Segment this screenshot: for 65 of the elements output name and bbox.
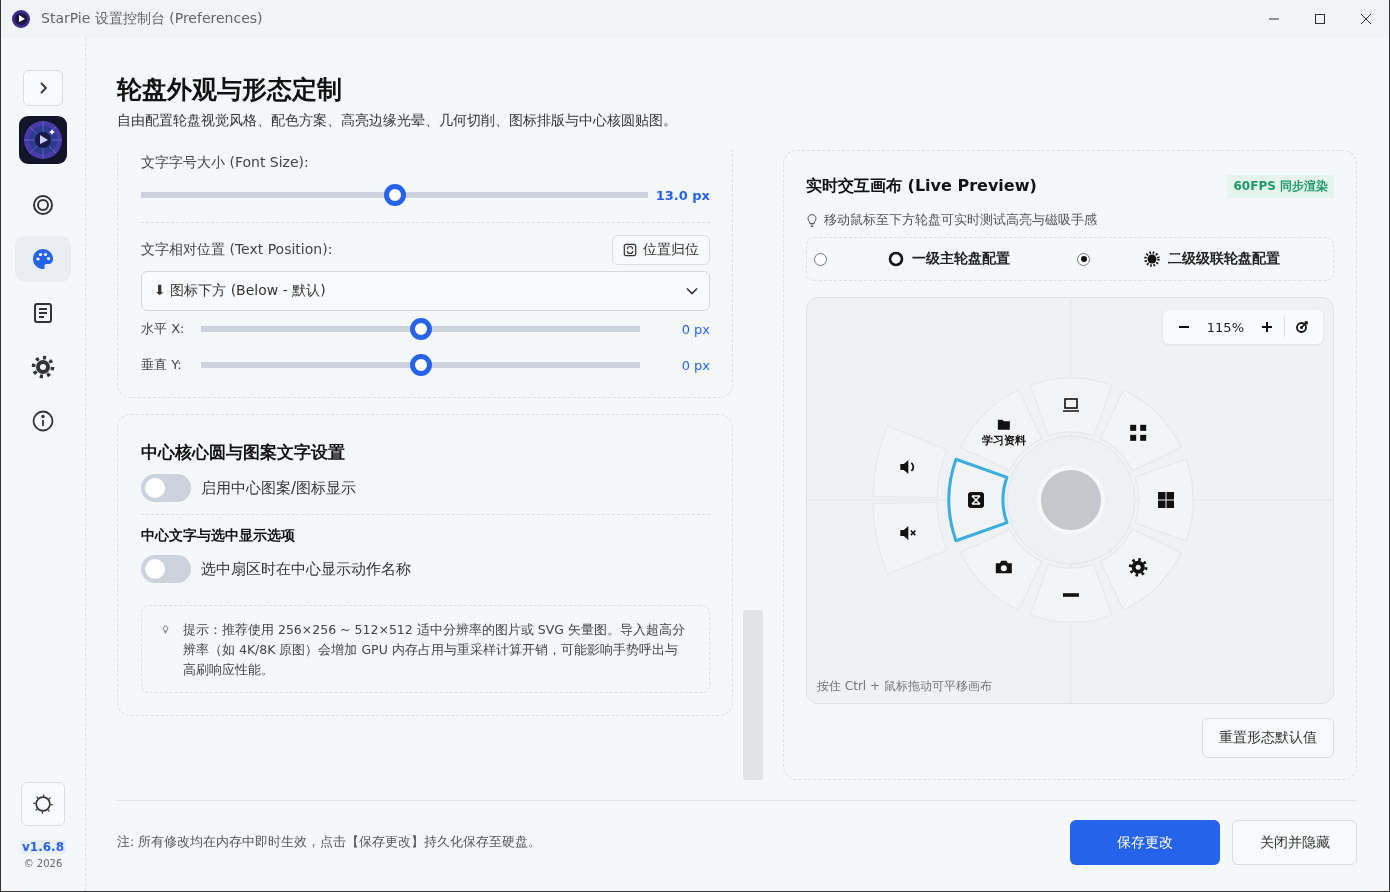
- field-label: 水平 X:: [141, 320, 186, 338]
- grid-icon: [1130, 424, 1147, 441]
- slider-thumb[interactable]: [383, 184, 406, 206]
- camera-icon: [995, 560, 1012, 574]
- slider-thumb[interactable]: [409, 354, 432, 376]
- section-title: 中心核心圆与图案文字设置: [141, 441, 346, 464]
- slider-value: 0 px: [680, 321, 710, 337]
- info-icon: [31, 409, 55, 433]
- sector-label: 学习资料: [981, 433, 1026, 447]
- minus-icon: [1063, 593, 1079, 597]
- ring-icon: [31, 193, 55, 217]
- hint-text: 提示：推荐使用 256×256 ~ 512×512 适中分辨率的图片或 SVG 矢量图。导入超高分辨率（如 4K/8K 原图）会增加 GPU 内存占用与重采样计算开销，可能影响手势呼出与高刷响应性能。: [183, 621, 686, 679]
- ring-icon: [887, 251, 904, 267]
- burst-icon: [1143, 251, 1160, 267]
- app-logo-icon: [11, 9, 31, 29]
- mode-option[interactable]: 一级主轮盘配置: [827, 249, 1070, 269]
- lightbulb-icon: [806, 213, 818, 228]
- footer-note: 注: 所有修改均在内存中即时生效，点击【保存更改】持久化保存至硬盘。: [117, 834, 542, 851]
- target-icon: [1295, 320, 1309, 334]
- windows-icon: [1158, 492, 1174, 508]
- reset-icon: [623, 243, 637, 257]
- field-label: 文字字号大小 (Font Size):: [141, 154, 310, 172]
- toggle-label: 启用中心图案/图标显示: [201, 478, 357, 498]
- page-subtitle: 自由配置轮盘视觉风格、配色方案、高亮边缘光晕、几何切削、图标排版与中心核圆贴图。: [117, 111, 678, 130]
- settings-icon: [1128, 557, 1148, 577]
- version-label: v1.6.8: [20, 840, 66, 854]
- sun-icon: [32, 793, 54, 815]
- reset-defaults-button[interactable]: 重置形态默认值: [1202, 718, 1334, 758]
- toggle-switch[interactable]: [141, 474, 191, 502]
- plus-icon: [1260, 320, 1274, 334]
- canvas-hint: 按住 Ctrl + 鼠标拖动可平移画布: [817, 678, 992, 695]
- radio-button[interactable]: [814, 252, 827, 266]
- document-icon: [31, 301, 55, 325]
- mute-icon: [900, 526, 917, 541]
- preview-title: 实时交互画布 (Live Preview): [806, 176, 1037, 197]
- preview-tip: 移动鼠标至下方轮盘可实时测试高亮与磁吸手感: [824, 212, 1097, 229]
- copyright-text: © 2026: [23, 858, 63, 869]
- mode-option[interactable]: 二级级联轮盘配置: [1090, 249, 1333, 269]
- slider-thumb[interactable]: [409, 318, 432, 340]
- app-logo-icon: [19, 116, 67, 164]
- zoom-level: 115%: [1205, 319, 1245, 335]
- volume-icon: [900, 459, 915, 474]
- toggle-switch[interactable]: [141, 555, 191, 583]
- close-hide-button[interactable]: 关闭并隐藏: [1232, 820, 1357, 865]
- position-dropdown[interactable]: ⬇ 图标下方 (Below - 默认): [141, 271, 710, 311]
- toggle-label: 选中扇区时在中心显示动作名称: [201, 559, 411, 579]
- palette-icon: [31, 247, 55, 271]
- section-subtitle: 中心文字与选中显示选项: [141, 527, 296, 545]
- settings-icon: [31, 355, 55, 379]
- page-title: 轮盘外观与形态定制: [117, 74, 343, 106]
- wheel-sector[interactable]: [947, 457, 1009, 543]
- reset-position-button[interactable]: 位置归位: [612, 235, 710, 265]
- window-title: StarPie 设置控制台 (Preferences): [41, 10, 263, 28]
- save-button[interactable]: 保存更改: [1070, 820, 1220, 865]
- theme-button[interactable]: [21, 782, 65, 826]
- center-core: [1037, 466, 1105, 534]
- radio-button[interactable]: [1077, 252, 1090, 266]
- slider-value: 0 px: [680, 357, 710, 373]
- slider-value: 13.0 px: [654, 187, 710, 203]
- laptop-icon: [1062, 398, 1080, 412]
- fps-badge: 60FPS 同步渲染: [1227, 175, 1334, 198]
- app-icon: [968, 492, 984, 508]
- field-label: 文字相对位置 (Text Position):: [141, 241, 333, 259]
- folder-icon: [997, 419, 1010, 430]
- field-label: 垂直 Y:: [141, 356, 183, 374]
